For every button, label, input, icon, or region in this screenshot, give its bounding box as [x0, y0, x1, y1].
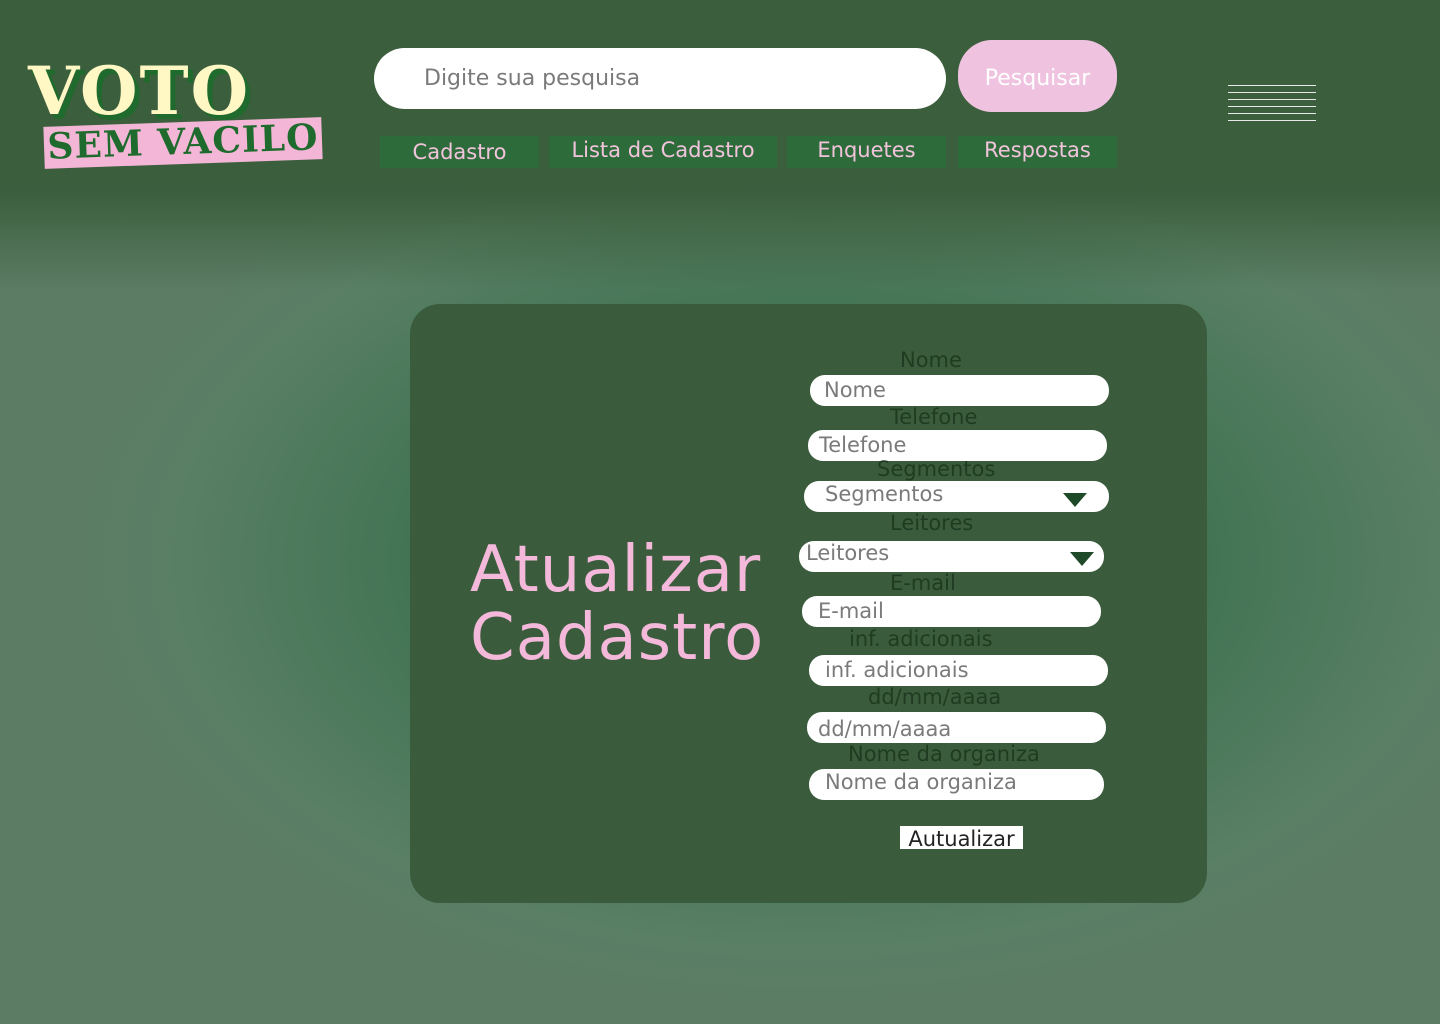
search-input[interactable]	[422, 65, 906, 92]
inf-adicionais-input[interactable]: inf. adicionais	[809, 655, 1108, 686]
search-button[interactable]: Pesquisar	[958, 40, 1117, 112]
nav-tab-enquetes[interactable]: Enquetes	[787, 136, 946, 168]
nav-tab-cadastro[interactable]: Cadastro	[380, 136, 539, 168]
nav-tab-respostas[interactable]: Respostas	[958, 136, 1117, 168]
search-box[interactable]	[374, 48, 946, 109]
logo-sem-vacilo-text: SEM VACILO	[43, 116, 323, 169]
logo: VOTO SEM VACILO	[28, 58, 328, 170]
caret-down-icon[interactable]	[1063, 493, 1087, 507]
update-button[interactable]: Autualizar	[900, 826, 1023, 851]
segmentos-select-value: Segmentos	[825, 482, 944, 506]
label-leitores: Leitores	[890, 511, 974, 535]
leitores-select-value: Leitores	[806, 541, 890, 565]
label-inf-adicionais: inf. adicionais	[849, 627, 993, 651]
caret-down-icon[interactable]	[1070, 552, 1094, 566]
leitores-select[interactable]: Leitores	[799, 541, 1104, 572]
label-nome: Nome	[900, 348, 962, 372]
label-organizacao: Nome da organiza	[848, 742, 1040, 766]
form-title: Atualizar Cadastro	[470, 536, 770, 672]
label-email: E-mail	[890, 571, 956, 595]
label-data: dd/mm/aaaa	[868, 685, 1002, 709]
label-telefone: Telefone	[890, 405, 978, 429]
hamburger-menu-icon[interactable]	[1228, 85, 1316, 121]
label-segmentos: Segmentos	[877, 457, 996, 481]
data-input[interactable]: dd/mm/aaaa	[807, 712, 1106, 743]
organizacao-input[interactable]: Nome da organiza	[809, 769, 1104, 800]
form-title-line1: Atualizar	[470, 533, 762, 607]
email-input[interactable]: E-mail	[802, 596, 1101, 627]
nome-input[interactable]: Nome	[810, 375, 1109, 406]
form-title-line2: Cadastro	[470, 601, 765, 675]
logo-voto-text: VOTO	[28, 52, 251, 130]
nav-tab-lista-de-cadastro[interactable]: Lista de Cadastro	[549, 136, 777, 168]
